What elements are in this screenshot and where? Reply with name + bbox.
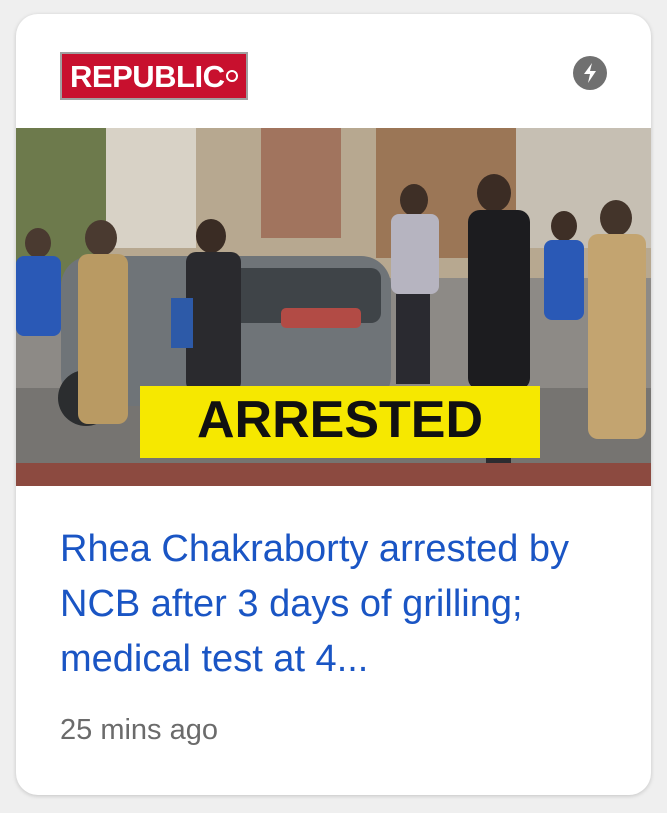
article-image[interactable]: ARRESTED (16, 128, 651, 486)
logo-dot (226, 70, 239, 82)
news-card[interactable]: REPUBLIC ARRESTED Rhea Chakraborty arres… (16, 14, 651, 795)
publisher-logo-text: REPUBLIC (70, 58, 225, 94)
arrested-banner-text: ARRESTED (197, 391, 483, 449)
lightning-bolt-icon (573, 56, 607, 90)
article-timestamp: 25 mins ago (60, 714, 218, 746)
publisher-logo: REPUBLIC (60, 52, 249, 100)
article-headline[interactable]: Rhea Chakraborty arrested by NCB after 3… (60, 522, 620, 687)
